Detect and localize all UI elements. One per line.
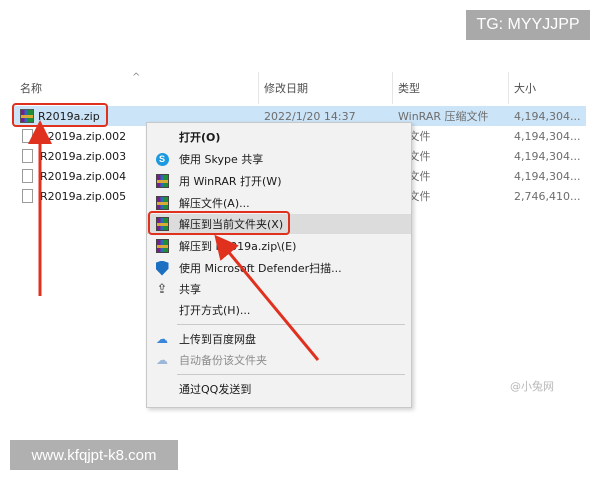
watermark-badge-bottom: www.kfqjpt-k8.com <box>10 440 178 470</box>
watermark-logo: @小兔网 <box>510 380 554 393</box>
arrow-to-menu-item <box>214 234 320 361</box>
annotation-arrows <box>28 120 320 361</box>
